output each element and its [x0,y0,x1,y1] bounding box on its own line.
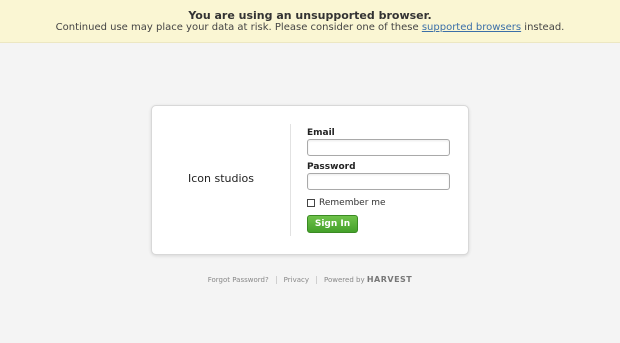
harvest-logo[interactable]: HARVEST [367,275,412,284]
unsupported-browser-banner: You are using an unsupported browser. Co… [0,0,620,43]
banner-message-end: instead. [521,22,565,33]
email-label: Email [307,128,335,138]
remember-me-label: Remember me [319,198,386,208]
card-divider [290,124,291,236]
sign-in-button[interactable]: Sign In [307,215,358,233]
banner-title: You are using an unsupported browser. [188,9,432,22]
banner-message: Continued use may place your data at ris… [0,22,620,33]
remember-me-checkbox[interactable] [307,199,315,207]
forgot-password-link[interactable]: Forgot Password? [208,276,269,284]
company-name: Icon studios [187,172,254,185]
login-card: Icon studios Email Password Remember me … [151,105,469,255]
powered-by-text: Powered by [324,276,365,284]
supported-browsers-link[interactable]: supported browsers [422,22,521,33]
email-field[interactable] [307,139,450,156]
footer-separator [275,276,277,284]
password-label: Password [307,162,356,172]
footer-separator [316,276,318,284]
password-field[interactable] [307,173,450,190]
remember-me-row: Remember me [307,197,386,209]
banner-message-text: Continued use may place your data at ris… [55,22,422,33]
privacy-link[interactable]: Privacy [284,276,309,284]
footer: Forgot Password? Privacy Powered by HARVES… [0,275,620,284]
